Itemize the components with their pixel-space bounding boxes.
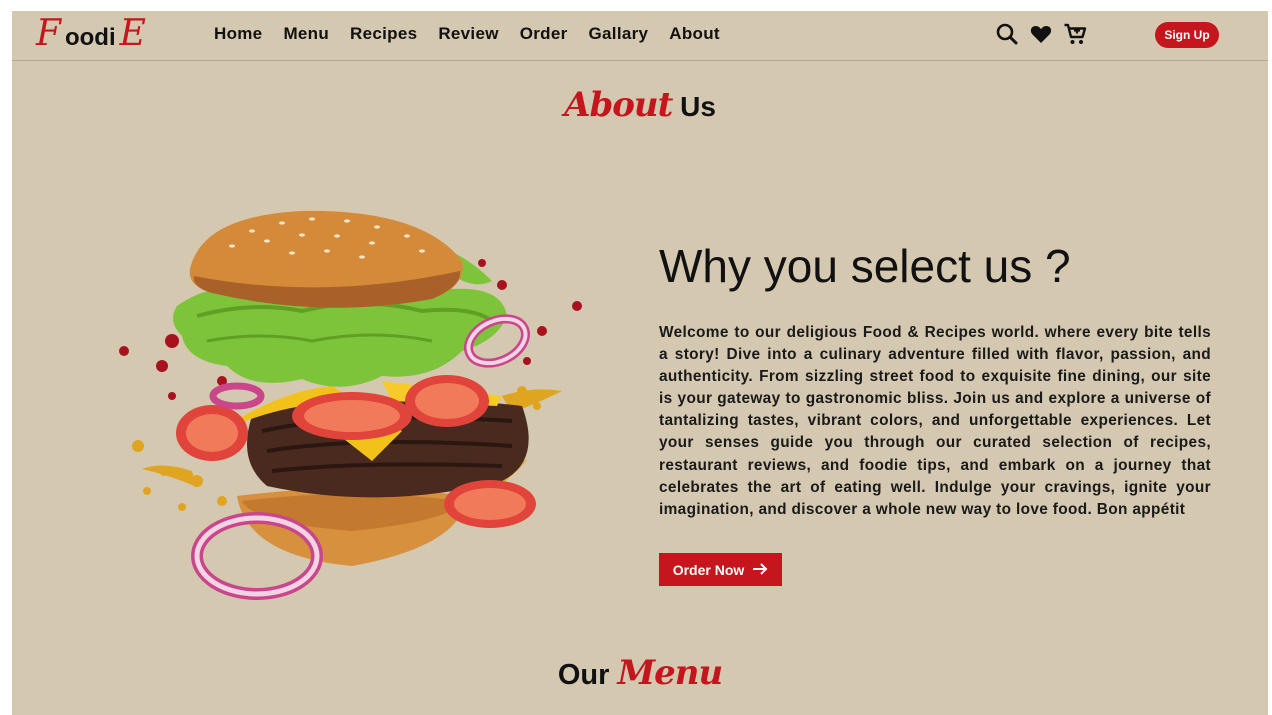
search-icon[interactable] — [995, 22, 1019, 46]
nav-link-about[interactable]: About — [669, 24, 720, 44]
cart-icon[interactable] — [1063, 22, 1087, 46]
sign-up-button[interactable]: Sign Up — [1155, 22, 1219, 48]
order-now-button[interactable]: Order Now — [659, 553, 782, 586]
nav-link-menu[interactable]: Menu — [283, 24, 329, 44]
arrow-right-icon — [752, 562, 768, 578]
why-select-us-title: Why you select us ? — [659, 240, 1071, 292]
page: F oodi E Home Menu Recipes Review Order … — [12, 11, 1268, 715]
menu-heading-plain: Our — [557, 659, 610, 691]
logo-letter-first: F — [36, 13, 61, 54]
order-now-label: Order Now — [672, 561, 745, 578]
heart-icon[interactable] — [1029, 22, 1053, 46]
nav-link-recipes[interactable]: Recipes — [350, 24, 417, 44]
about-heading-script: About — [564, 85, 673, 125]
nav-icons — [995, 22, 1087, 46]
top-navbar: F oodi E Home Menu Recipes Review Order … — [12, 11, 1268, 61]
nav-link-home[interactable]: Home — [214, 24, 262, 44]
logo-letter-last: E — [119, 13, 146, 54]
about-section-heading: About Us — [12, 85, 1268, 125]
menu-heading-script: Menu — [617, 653, 723, 693]
nav-link-order[interactable]: Order — [520, 24, 568, 44]
about-heading-plain: Us — [680, 91, 716, 122]
brand-logo[interactable]: F oodi E — [36, 14, 146, 54]
about-description: Welcome to our deligious Food & Recipes … — [659, 324, 1211, 518]
nav-link-gallary[interactable]: Gallary — [589, 24, 649, 44]
logo-letters-middle: oodi — [64, 24, 116, 51]
burger-illustration — [102, 191, 582, 611]
nav-link-review[interactable]: Review — [438, 24, 498, 44]
menu-section-heading: Our Menu — [12, 653, 1268, 693]
nav-links: Home Menu Recipes Review Order Gallary A… — [214, 24, 741, 44]
